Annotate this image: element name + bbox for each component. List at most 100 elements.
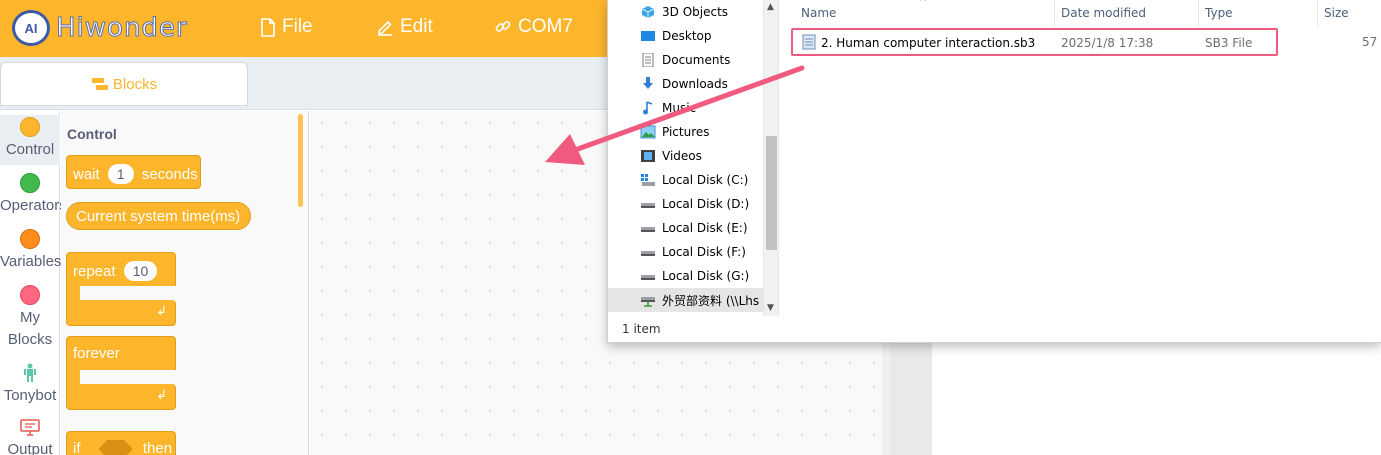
documents-icon <box>642 53 654 67</box>
category-output[interactable]: Output <box>0 419 60 455</box>
file-size: 57 K <box>1362 35 1381 49</box>
column-type-label: Type <box>1205 6 1233 20</box>
file-icon <box>261 17 275 37</box>
nav-item-label: Local Disk (G:) <box>662 269 750 283</box>
repeat-block-arm <box>66 285 80 301</box>
nav-item-local-disk-f[interactable]: Local Disk (F:) <box>608 240 763 264</box>
nav-item-local-disk-e[interactable]: Local Disk (E:) <box>608 216 763 240</box>
loop-arrow-icon: ↲ <box>156 387 167 402</box>
windows-drive-icon <box>641 174 655 186</box>
wait-unit-label: seconds <box>141 166 198 183</box>
port-menu[interactable]: COM7 <box>494 16 573 38</box>
forever-block-footer: ↲ <box>66 384 176 410</box>
tab-blocks-label: Blocks <box>112 75 158 93</box>
nav-item-label: Pictures <box>662 125 710 139</box>
nav-item-label: Documents <box>662 53 731 67</box>
nav-scroll-thumb[interactable] <box>766 136 777 250</box>
my-blocks-dot-icon <box>20 285 40 305</box>
nav-item-label: Local Disk (D:) <box>662 197 750 211</box>
category-label: Operators <box>0 197 67 214</box>
videos-icon <box>641 150 655 162</box>
nav-item-label: 3D Objects <box>662 5 729 19</box>
category-menu: Control Operators Variables My Blocks To… <box>0 111 67 455</box>
repeat-input[interactable]: 10 <box>123 261 158 281</box>
block-palette: Control wait 1 seconds Current system ti… <box>61 111 309 455</box>
variables-dot-icon <box>20 229 40 249</box>
nav-item-label: Downloads <box>662 77 728 91</box>
then-label: then <box>142 440 173 455</box>
repeat-label: repeat <box>73 263 116 280</box>
nav-item-downloads[interactable]: Downloads <box>608 72 763 96</box>
music-icon <box>643 101 653 115</box>
desktop-icon <box>641 31 655 41</box>
system-time-block[interactable]: Current system time(ms) <box>66 202 251 230</box>
nav-item-local-disk-g[interactable]: Local Disk (G:) <box>608 264 763 288</box>
palette-section-title: Control <box>67 126 117 142</box>
repeat-block[interactable]: repeat 10 <box>66 252 176 286</box>
forever-block-arm <box>66 369 80 385</box>
sb3-file-icon <box>802 34 816 50</box>
nav-item-videos[interactable]: Videos <box>608 144 763 168</box>
column-modified-label: Date modified <box>1061 6 1147 20</box>
operators-dot-icon <box>20 173 40 193</box>
file-explorer-window: 3D Objects Desktop Documents Downloads M… <box>607 0 1381 343</box>
navigation-pane: 3D Objects Desktop Documents Downloads M… <box>608 0 763 316</box>
column-size-header[interactable]: Size <box>1318 0 1381 26</box>
blocks-icon <box>91 78 108 90</box>
drive-icon <box>641 275 655 280</box>
scroll-up-icon[interactable]: ▲ <box>767 2 774 12</box>
nav-item-music[interactable]: Music <box>608 96 763 120</box>
forever-block[interactable]: forever <box>66 336 176 370</box>
edit-menu[interactable]: Edit <box>376 16 433 38</box>
nav-item-local-disk-c[interactable]: Local Disk (C:) <box>608 168 763 192</box>
wait-block[interactable]: wait 1 seconds <box>66 155 201 189</box>
condition-slot[interactable] <box>98 440 133 455</box>
wait-input[interactable]: 1 <box>107 164 134 184</box>
file-name: 2. Human computer interaction.sb3 <box>821 36 1036 50</box>
nav-item-pictures[interactable]: Pictures <box>608 120 763 144</box>
nav-item-desktop[interactable]: Desktop <box>608 24 763 48</box>
category-operators[interactable]: Operators <box>0 173 67 217</box>
scroll-down-icon[interactable]: ▼ <box>767 303 774 313</box>
column-name-header[interactable]: Name ^ <box>779 0 1055 26</box>
file-row-highlight[interactable]: 2. Human computer interaction.sb3 2025/1… <box>791 28 1278 56</box>
robot-icon <box>24 363 36 382</box>
nav-item-label: Local Disk (E:) <box>662 221 748 235</box>
column-name-label: Name <box>801 6 837 20</box>
nav-item-3d-objects[interactable]: 3D Objects <box>608 0 763 24</box>
if-then-block[interactable]: if then <box>66 431 176 455</box>
column-type-header[interactable]: Type <box>1199 0 1318 26</box>
category-control[interactable]: Control <box>0 115 60 165</box>
category-my-blocks[interactable]: My Blocks <box>0 285 60 351</box>
repeat-block-footer: ↲ <box>66 300 176 326</box>
nav-pane-scrollbar[interactable]: ▲ ▼ <box>763 0 778 316</box>
tab-blocks[interactable]: Blocks <box>0 62 248 106</box>
3d-objects-icon <box>641 6 655 18</box>
if-label: if <box>73 440 81 455</box>
category-label: Variables <box>0 253 62 270</box>
file-date-modified: 2025/1/8 17:38 <box>1061 36 1154 50</box>
category-variables[interactable]: Variables <box>0 229 62 273</box>
nav-item-label: Local Disk (F:) <box>662 245 746 259</box>
column-modified-header[interactable]: Date modified <box>1055 0 1199 26</box>
category-label: My Blocks <box>7 309 53 348</box>
category-tonybot[interactable]: Tonybot <box>0 363 60 407</box>
nav-item-documents[interactable]: Documents <box>608 48 763 72</box>
network-drive-icon <box>641 297 655 307</box>
nav-item-network-drive[interactable]: 外贸部资料 (\\Lhs <box>608 288 763 312</box>
nav-item-label: Desktop <box>662 29 712 43</box>
nav-item-local-disk-d[interactable]: Local Disk (D:) <box>608 192 763 216</box>
system-time-label: Current system time(ms) <box>76 208 241 225</box>
pictures-icon <box>640 125 656 139</box>
pane-divider <box>778 0 779 316</box>
wait-label: wait <box>73 166 100 183</box>
loop-arrow-icon: ↲ <box>156 303 167 318</box>
link-icon <box>495 21 511 32</box>
palette-scrollbar[interactable] <box>298 114 303 207</box>
edit-menu-label: Edit <box>400 16 433 37</box>
category-label: Control <box>5 141 55 158</box>
file-menu[interactable]: File <box>260 16 313 38</box>
nav-item-label: 外贸部资料 (\\Lhs <box>662 293 760 308</box>
file-type: SB3 File <box>1205 36 1253 50</box>
logo-badge: AI <box>12 10 50 46</box>
